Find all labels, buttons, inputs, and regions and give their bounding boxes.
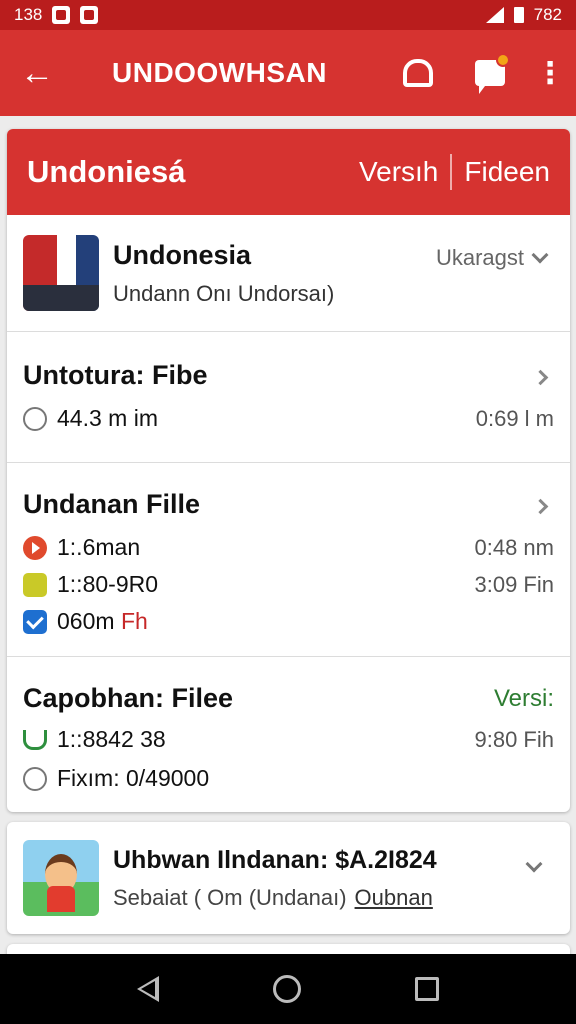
notification-badge [496,53,510,67]
status-time: 138 [14,5,43,24]
row-value: 44.3 m im [57,405,158,431]
file-section-a[interactable]: Untotura: Fibe 44.3 m im 0:69 l m [7,332,570,463]
card2-link[interactable]: Oubnan [355,885,433,910]
app-title: UNDOOWHSAN [112,57,327,88]
bell-button[interactable] [396,51,440,95]
profile-dropdown[interactable]: Ukaragst [435,245,549,271]
section-b-title: Undanan Fille [23,489,201,519]
row-value: 1::80-9R0 [57,571,159,597]
battery-icon [513,7,524,23]
tab-divider [450,154,453,190]
section-a-title: Untotura: Fibe [23,360,208,390]
profile-section[interactable]: Undonesia Undann Onı Undorsaı) Ukaragst [7,215,570,332]
row-accent: Fh [120,608,148,634]
row-time: 0:48 nm [474,534,555,560]
row-value: Fixım: 0/49000 [57,765,210,791]
profile-subtitle: Undann Onı Undorsaı) [113,280,335,306]
file-section-b[interactable]: Undanan Fille 1:.6man 0:48 nm 1::80-9R0 … [7,463,570,657]
gallery-notification-icon [52,6,71,24]
more-vert-icon[interactable]: ⋮ [535,51,565,95]
card-header: Undoniesá Versıh Fideen [7,129,570,215]
heart-icon [23,406,47,431]
section-c-title: Capobhan: Filee [23,683,234,713]
bell-icon [403,59,433,87]
system-nav-bar [0,954,576,1024]
file-section-c[interactable]: Capobhan: Filee Versi: 1::8842 38 9:80 F… [7,657,570,812]
row-value: 1::8842 38 [57,726,166,752]
chevron-down-icon [531,246,549,264]
dropdown-label: Ukaragst [435,245,524,270]
tab-version[interactable]: Versıh [359,156,438,188]
arrow-left-icon[interactable]: ← [20,56,70,90]
signal-icon [485,7,504,23]
section-c-row: Fixım: 0/49000 [23,765,554,792]
status-bar: 138 782 [0,0,576,30]
home-nav-icon[interactable] [273,975,301,1003]
secondary-card[interactable]: Uhbwan Ilndanan: $A.2I824 Sebaiat ( Om (… [7,822,570,934]
card-title: Undoniesá [27,154,186,189]
row-value: 1:.6man [57,534,141,560]
battery-level: 782 [533,5,562,24]
yellow-app-icon [23,572,47,597]
recents-nav-icon[interactable] [415,977,439,1001]
back-nav-icon[interactable] [137,976,159,1002]
section-a-row: 44.3 m im 0:69 l m [23,405,554,432]
version-label[interactable]: Versi: [494,685,554,713]
app-bar: ← UNDOOWHSAN ⋮ [0,30,576,116]
tab-fideen[interactable]: Fideen [464,156,550,188]
row-value: 060m [57,608,115,634]
heart-icon [23,766,47,791]
play-icon [23,535,47,560]
row-time: 0:69 l m [475,405,554,431]
card2-subtitle: Sebaiat ( Om (Undanaı) [113,884,347,910]
section-b-row: 1::80-9R0 3:09 Fin [23,571,554,598]
row-time: 9:80 Fih [474,726,555,752]
chat-button[interactable] [468,51,512,95]
app-notification-icon [80,6,99,24]
green-cup-icon [23,729,47,750]
row-time: 3:09 Fin [474,571,555,597]
cartoon-avatar [23,840,99,916]
checkbox-icon[interactable] [23,609,47,634]
flag-image [23,235,99,311]
section-c-row: 1::8842 38 9:80 Fih [23,726,554,753]
card2-title: Uhbwan Ilndanan: $A.2I824 [113,845,437,874]
main-card: Undoniesá Versıh Fideen Undonesia Undann… [7,129,570,812]
section-b-row: 1:.6man 0:48 nm [23,534,554,561]
section-b-row: 060m Fh [23,608,554,635]
